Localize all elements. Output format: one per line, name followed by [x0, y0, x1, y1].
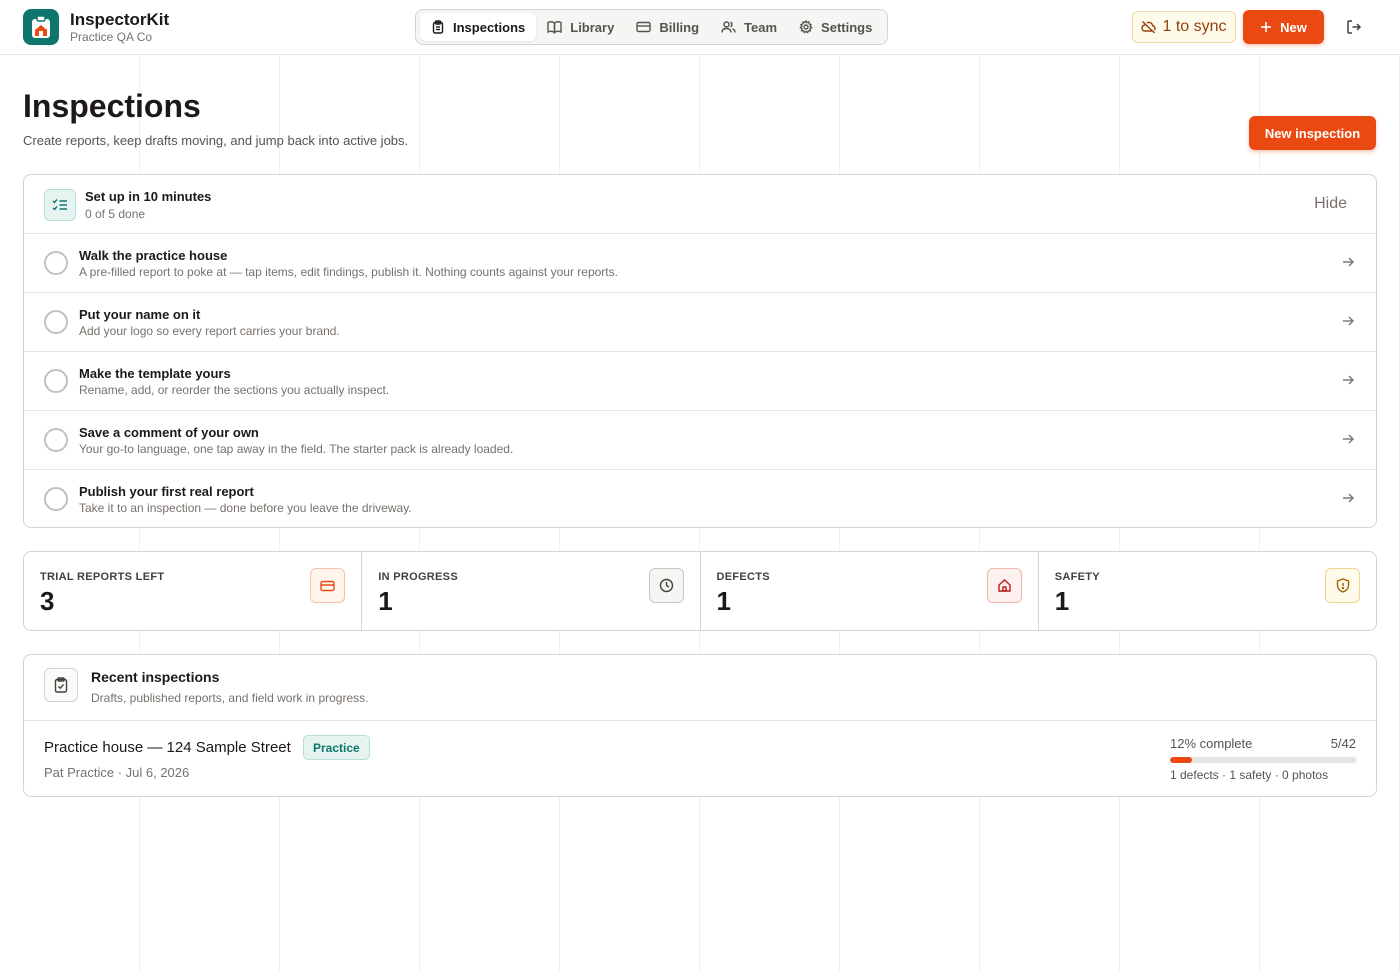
progress-bar-fill — [1170, 757, 1193, 763]
setup-step[interactable]: Put your name on it Add your logo so eve… — [24, 293, 1376, 352]
nav-label: Team — [744, 19, 778, 35]
new-label: New — [1280, 19, 1307, 35]
setup-title: Set up in 10 minutes — [85, 189, 212, 204]
step-checkbox[interactable] — [44, 310, 68, 334]
progress-bar — [1170, 757, 1357, 763]
nav-item-library[interactable]: Library — [536, 13, 625, 41]
hide-button[interactable]: Hide — [1314, 195, 1347, 213]
stat-trial-reports: TRIAL REPORTS LEFT 3 — [24, 552, 363, 630]
logout-button[interactable] — [1343, 16, 1365, 38]
inspection-row[interactable]: Practice house — 124 Sample Street Pract… — [24, 721, 1376, 796]
status-badge: Practice — [303, 735, 370, 760]
plus-icon — [1261, 22, 1272, 32]
step-title: Publish your first real report — [79, 484, 254, 499]
nav-label: Inspections — [453, 19, 526, 35]
org-name: Practice QA Co — [70, 30, 153, 44]
top-bar: InspectorKit Practice QA Co Inspections … — [0, 0, 1400, 55]
clock-icon — [648, 568, 684, 603]
brand-logo-icon — [23, 9, 59, 45]
stat-label: SAFETY — [1054, 571, 1100, 583]
home-icon — [986, 568, 1022, 603]
checklist-icon — [44, 189, 76, 221]
shield-icon — [1325, 568, 1360, 603]
stat-in-progress: IN PROGRESS 1 — [362, 552, 701, 630]
new-button[interactable]: New — [1243, 10, 1324, 44]
stat-label: IN PROGRESS — [378, 571, 458, 583]
stat-label: DEFECTS — [716, 571, 770, 583]
nav-label: Billing — [659, 19, 700, 35]
nav-item-billing[interactable]: Billing — [625, 13, 710, 41]
step-description: Your go-to language, one tap away in the… — [79, 442, 514, 456]
setup-checklist: Set up in 10 minutes 0 of 5 done Hide Wa… — [23, 174, 1377, 528]
book-icon — [547, 21, 562, 34]
cloud-off-icon — [1141, 20, 1157, 34]
sync-button[interactable]: 1 to sync — [1132, 11, 1236, 43]
main-nav: Inspections Library Billing Team Setting… — [415, 9, 889, 45]
stat-value: 1 — [378, 586, 393, 616]
page-title: Inspections — [23, 88, 201, 124]
stat-safety: SAFETY 1 — [1039, 552, 1376, 630]
inspection-meta: Pat Practice · Jul 6, 2026 — [44, 765, 190, 780]
arrow-right-icon — [1343, 434, 1354, 444]
step-checkbox[interactable] — [44, 428, 68, 452]
step-title: Make the template yours — [79, 366, 231, 381]
gear-icon — [799, 20, 813, 34]
setup-step[interactable]: Walk the practice house A pre-filled rep… — [24, 234, 1376, 293]
step-description: Take it to an inspection — done before y… — [79, 501, 412, 515]
nav-item-inspections[interactable]: Inspections — [420, 13, 537, 41]
step-description: Add your logo so every report carries yo… — [79, 324, 340, 338]
step-checkbox[interactable] — [44, 487, 68, 511]
clipboard-check-icon — [44, 668, 78, 702]
sync-label: 1 to sync — [1162, 18, 1227, 35]
progress-count: 5/42 — [1330, 736, 1356, 751]
stat-value: 3 — [40, 586, 55, 616]
setup-step[interactable]: Publish your first real report Take it t… — [24, 470, 1376, 527]
nav-item-settings[interactable]: Settings — [788, 13, 883, 41]
step-title: Save a comment of your own — [79, 425, 259, 440]
stat-value: 1 — [1054, 586, 1070, 616]
credit-card-icon — [310, 568, 346, 603]
stat-defects: DEFECTS 1 — [701, 552, 1039, 630]
users-icon — [721, 21, 736, 33]
inspection-title: Practice house — 124 Sample Street — [44, 739, 291, 756]
logout-icon — [1347, 20, 1362, 34]
setup-header: Set up in 10 minutes 0 of 5 done Hide — [24, 175, 1376, 234]
step-description: Rename, add, or reorder the sections you… — [79, 383, 390, 397]
step-checkbox[interactable] — [44, 251, 68, 275]
step-description: A pre-filled report to poke at — tap ite… — [79, 265, 618, 279]
stat-value: 1 — [716, 586, 731, 616]
recent-title: Recent inspections — [91, 669, 220, 685]
new-inspection-button[interactable]: New inspection — [1249, 116, 1376, 150]
arrow-right-icon — [1343, 493, 1354, 503]
arrow-right-icon — [1343, 257, 1354, 267]
clipboard-icon — [432, 20, 444, 34]
brand-name: InspectorKit — [70, 10, 170, 29]
stats-panel: TRIAL REPORTS LEFT 3 IN PROGRESS 1 DEFEC… — [23, 551, 1377, 631]
arrow-right-icon — [1343, 375, 1354, 385]
step-title: Put your name on it — [79, 307, 201, 322]
credit-card-icon — [636, 21, 652, 33]
recent-header: Recent inspections Drafts, published rep… — [24, 655, 1376, 721]
brand[interactable]: InspectorKit Practice QA Co — [23, 9, 169, 45]
setup-progress: 0 of 5 done — [85, 207, 146, 221]
progress-label: 12% complete — [1170, 736, 1253, 751]
arrow-right-icon — [1343, 316, 1354, 326]
setup-step[interactable]: Make the template yours Rename, add, or … — [24, 352, 1376, 411]
page-subtitle: Create reports, keep drafts moving, and … — [23, 133, 409, 148]
inspection-stats: 1 defects · 1 safety · 0 photos — [1170, 768, 1329, 782]
step-checkbox[interactable] — [44, 369, 68, 393]
step-title: Walk the practice house — [79, 248, 228, 263]
setup-step[interactable]: Save a comment of your own Your go-to la… — [24, 411, 1376, 470]
stat-label: TRIAL REPORTS LEFT — [40, 571, 165, 583]
nav-label: Library — [570, 19, 615, 35]
nav-item-team[interactable]: Team — [710, 13, 788, 41]
recent-subtitle: Drafts, published reports, and field wor… — [91, 691, 369, 705]
nav-label: Settings — [821, 19, 873, 35]
recent-inspections: Recent inspections Drafts, published rep… — [23, 654, 1377, 797]
